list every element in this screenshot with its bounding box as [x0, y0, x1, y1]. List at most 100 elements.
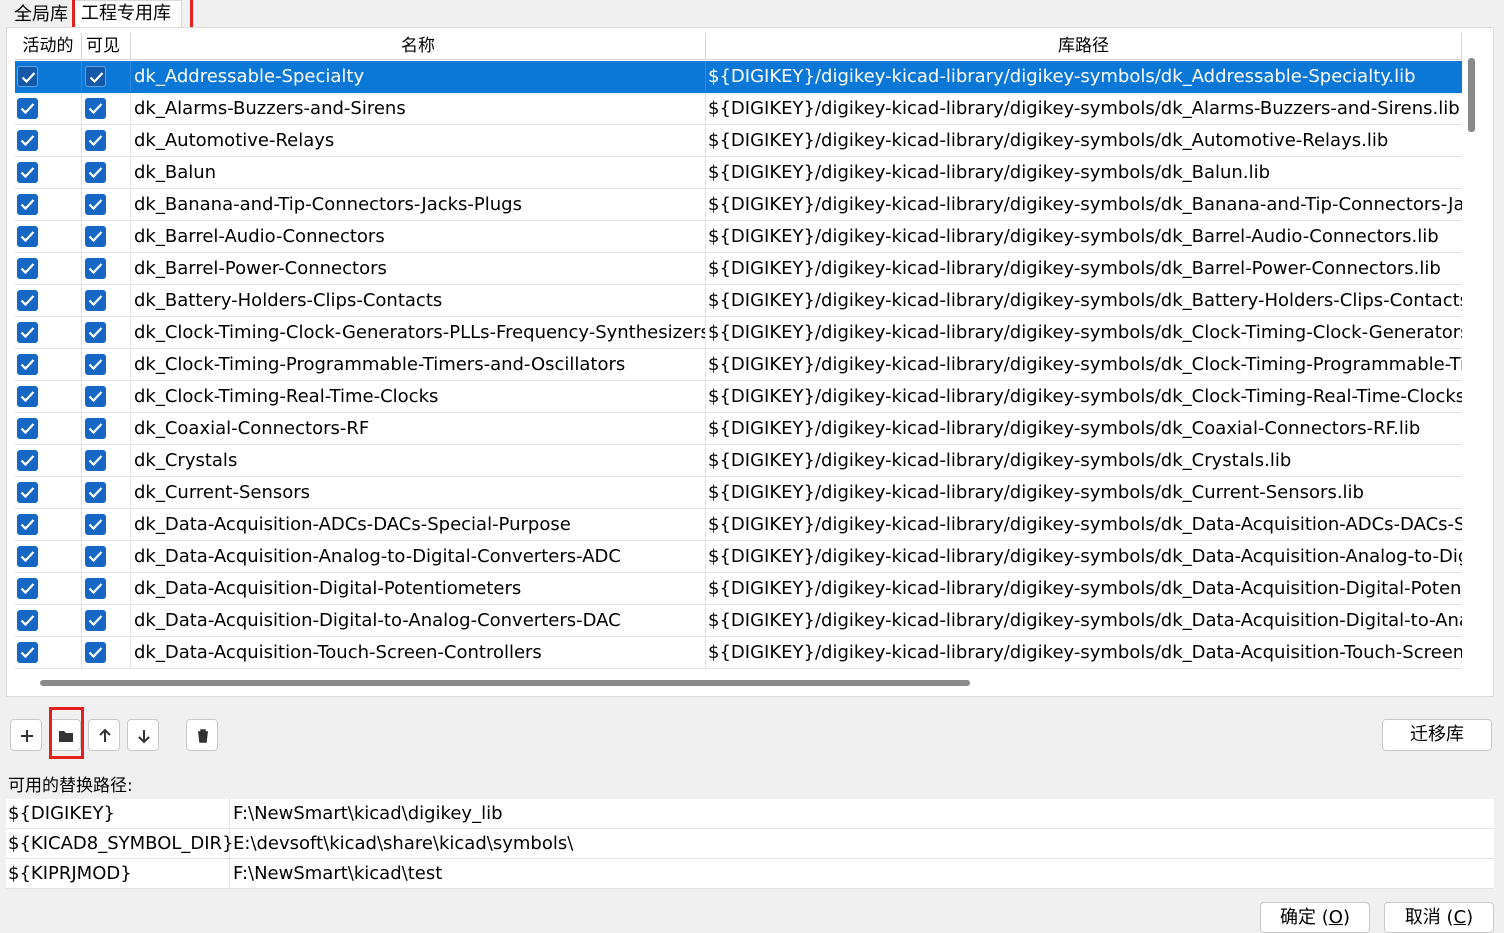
active-checkbox[interactable]: [17, 162, 38, 183]
library-path[interactable]: ${DIGIKEY}/digikey-kicad-library/digikey…: [706, 221, 1462, 252]
horizontal-scrollbar[interactable]: [40, 680, 970, 686]
library-name[interactable]: dk_Barrel-Audio-Connectors: [131, 221, 706, 252]
visible-checkbox[interactable]: [85, 226, 106, 247]
active-checkbox[interactable]: [17, 354, 38, 375]
table-row[interactable]: dk_Balun ${DIGIKEY}/digikey-kicad-library…: [15, 157, 1462, 189]
active-checkbox[interactable]: [17, 450, 38, 471]
visible-checkbox[interactable]: [85, 194, 106, 215]
column-header-visible[interactable]: 可见: [82, 33, 131, 60]
library-name[interactable]: dk_Balun: [131, 157, 706, 188]
library-name[interactable]: dk_Data-Acquisition-Analog-to-Digital-Co…: [131, 541, 706, 572]
active-checkbox[interactable]: [17, 98, 38, 119]
active-checkbox[interactable]: [17, 578, 38, 599]
library-name[interactable]: dk_Coaxial-Connectors-RF: [131, 413, 706, 444]
add-existing-library-button[interactable]: [49, 719, 81, 751]
library-path[interactable]: ${DIGIKEY}/digikey-kicad-library/digikey…: [706, 61, 1462, 92]
column-header-name[interactable]: 名称: [131, 33, 706, 60]
table-row[interactable]: dk_Current-Sensors ${DIGIKEY}/digikey-kic…: [15, 477, 1462, 509]
active-checkbox[interactable]: [17, 482, 38, 503]
table-row[interactable]: dk_Data-Acquisition-Analog-to-Digital-Co…: [15, 541, 1462, 573]
visible-checkbox[interactable]: [85, 66, 106, 87]
active-checkbox[interactable]: [17, 290, 38, 311]
table-row[interactable]: dk_Data-Acquisition-Digital-to-Analog-Co…: [15, 605, 1462, 637]
active-checkbox[interactable]: [17, 418, 38, 439]
library-name[interactable]: dk_Alarms-Buzzers-and-Sirens: [131, 93, 706, 124]
library-path[interactable]: ${DIGIKEY}/digikey-kicad-library/digikey…: [706, 541, 1462, 572]
active-checkbox[interactable]: [17, 386, 38, 407]
table-row[interactable]: dk_Crystals ${DIGIKEY}/digikey-kicad-libr…: [15, 445, 1462, 477]
library-path[interactable]: ${DIGIKEY}/digikey-kicad-library/digikey…: [706, 637, 1462, 668]
library-name[interactable]: dk_Data-Acquisition-ADCs-DACs-Special-Pu…: [131, 509, 706, 540]
table-row[interactable]: dk_Banana-and-Tip-Connectors-Jacks-Plugs…: [15, 189, 1462, 221]
library-name[interactable]: dk_Data-Acquisition-Digital-to-Analog-Co…: [131, 605, 706, 636]
active-checkbox[interactable]: [17, 130, 38, 151]
column-header-active[interactable]: 活动的: [15, 33, 82, 60]
visible-checkbox[interactable]: [85, 482, 106, 503]
visible-checkbox[interactable]: [85, 642, 106, 663]
tab-project-libraries[interactable]: 工程专用库: [74, 0, 182, 28]
library-name[interactable]: dk_Clock-Timing-Real-Time-Clocks: [131, 381, 706, 412]
column-header-library-path[interactable]: 库路径: [706, 33, 1462, 60]
table-row[interactable]: dk_Coaxial-Connectors-RF ${DIGIKEY}/digik…: [15, 413, 1462, 445]
table-row[interactable]: dk_Battery-Holders-Clips-Contacts ${DIGIK…: [15, 285, 1462, 317]
active-checkbox[interactable]: [17, 514, 38, 535]
library-path[interactable]: ${DIGIKEY}/digikey-kicad-library/digikey…: [706, 157, 1462, 188]
visible-checkbox[interactable]: [85, 162, 106, 183]
table-row[interactable]: dk_Barrel-Power-Connectors ${DIGIKEY}/dig…: [15, 253, 1462, 285]
library-path[interactable]: ${DIGIKEY}/digikey-kicad-library/digikey…: [706, 125, 1462, 156]
library-name[interactable]: dk_Current-Sensors: [131, 477, 706, 508]
library-name[interactable]: dk_Data-Acquisition-Touch-Screen-Control…: [131, 637, 706, 668]
visible-checkbox[interactable]: [85, 386, 106, 407]
library-name[interactable]: dk_Barrel-Power-Connectors: [131, 253, 706, 284]
table-row[interactable]: dk_Clock-Timing-Programmable-Timers-and-…: [15, 349, 1462, 381]
table-row[interactable]: dk_Alarms-Buzzers-and-Sirens ${DIGIKEY}/d…: [15, 93, 1462, 125]
library-path[interactable]: ${DIGIKEY}/digikey-kicad-library/digikey…: [706, 253, 1462, 284]
library-path[interactable]: ${DIGIKEY}/digikey-kicad-library/digikey…: [706, 381, 1462, 412]
move-down-button[interactable]: [127, 719, 159, 751]
active-checkbox[interactable]: [17, 66, 38, 87]
move-up-button[interactable]: [88, 719, 120, 751]
visible-checkbox[interactable]: [85, 290, 106, 311]
library-name[interactable]: dk_Clock-Timing-Clock-Generators-PLLs-Fr…: [131, 317, 706, 348]
table-row[interactable]: dk_Automotive-Relays ${DIGIKEY}/digikey-k…: [15, 125, 1462, 157]
library-name[interactable]: dk_Crystals: [131, 445, 706, 476]
active-checkbox[interactable]: [17, 322, 38, 343]
active-checkbox[interactable]: [17, 546, 38, 567]
visible-checkbox[interactable]: [85, 514, 106, 535]
visible-checkbox[interactable]: [85, 354, 106, 375]
active-checkbox[interactable]: [17, 610, 38, 631]
visible-checkbox[interactable]: [85, 258, 106, 279]
migrate-libraries-button[interactable]: 迁移库: [1382, 719, 1492, 751]
visible-checkbox[interactable]: [85, 450, 106, 471]
visible-checkbox[interactable]: [85, 546, 106, 567]
library-name[interactable]: dk_Clock-Timing-Programmable-Timers-and-…: [131, 349, 706, 380]
library-name[interactable]: dk_Battery-Holders-Clips-Contacts: [131, 285, 706, 316]
active-checkbox[interactable]: [17, 642, 38, 663]
library-name[interactable]: dk_Banana-and-Tip-Connectors-Jacks-Plugs: [131, 189, 706, 220]
visible-checkbox[interactable]: [85, 322, 106, 343]
table-row[interactable]: dk_Addressable-Specialty ${DIGIKEY}/digik…: [15, 61, 1462, 93]
library-path[interactable]: ${DIGIKEY}/digikey-kicad-library/digikey…: [706, 285, 1462, 316]
active-checkbox[interactable]: [17, 226, 38, 247]
visible-checkbox[interactable]: [85, 130, 106, 151]
visible-checkbox[interactable]: [85, 98, 106, 119]
table-row[interactable]: dk_Clock-Timing-Clock-Generators-PLLs-Fr…: [15, 317, 1462, 349]
table-row[interactable]: dk_Data-Acquisition-Digital-Potentiomete…: [15, 573, 1462, 605]
library-path[interactable]: ${DIGIKEY}/digikey-kicad-library/digikey…: [706, 477, 1462, 508]
library-path[interactable]: ${DIGIKEY}/digikey-kicad-library/digikey…: [706, 317, 1462, 348]
table-row[interactable]: dk_Data-Acquisition-Touch-Screen-Control…: [15, 637, 1462, 669]
library-path[interactable]: ${DIGIKEY}/digikey-kicad-library/digikey…: [706, 509, 1462, 540]
cancel-button[interactable]: 取消 (C): [1384, 902, 1494, 933]
add-library-button[interactable]: [10, 719, 42, 751]
ok-button[interactable]: 确定 (O): [1260, 902, 1370, 933]
library-name[interactable]: dk_Addressable-Specialty: [131, 61, 706, 92]
library-path[interactable]: ${DIGIKEY}/digikey-kicad-library/digikey…: [706, 445, 1462, 476]
visible-checkbox[interactable]: [85, 610, 106, 631]
library-name[interactable]: dk_Automotive-Relays: [131, 125, 706, 156]
library-path[interactable]: ${DIGIKEY}/digikey-kicad-library/digikey…: [706, 93, 1462, 124]
library-name[interactable]: dk_Data-Acquisition-Digital-Potentiomete…: [131, 573, 706, 604]
tab-global-libraries[interactable]: 全局库: [8, 2, 74, 29]
table-row[interactable]: dk_Clock-Timing-Real-Time-Clocks ${DIGIKE…: [15, 381, 1462, 413]
library-path[interactable]: ${DIGIKEY}/digikey-kicad-library/digikey…: [706, 573, 1462, 604]
visible-checkbox[interactable]: [85, 578, 106, 599]
